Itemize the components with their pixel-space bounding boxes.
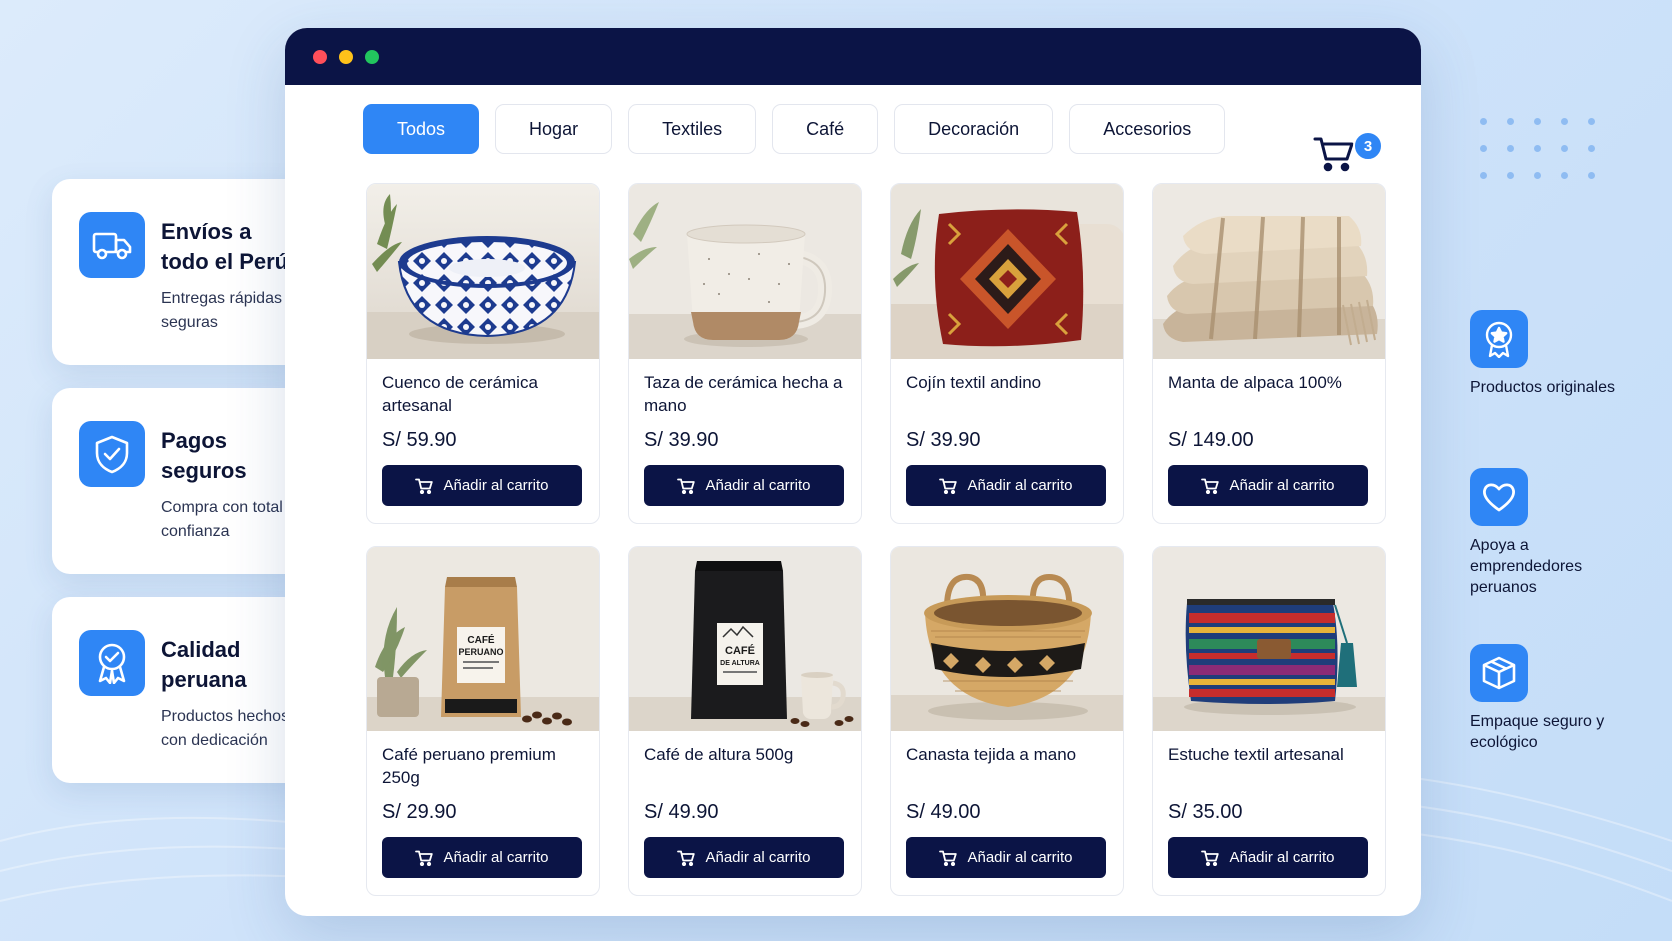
box-icon bbox=[1470, 644, 1528, 702]
add-to-cart-button[interactable]: Añadir al carrito bbox=[382, 465, 582, 506]
badge-text: Productos originales bbox=[1470, 379, 1615, 396]
product-price: S/ 149.00 bbox=[1168, 429, 1254, 451]
award-ribbon-icon bbox=[79, 630, 145, 696]
product-image-coffee-bag-black: CAFÉ DE ALTURA bbox=[629, 547, 861, 731]
product-price: S/ 39.90 bbox=[644, 429, 719, 451]
cart-button[interactable]: 3 bbox=[1313, 108, 1383, 172]
feature-desc: Compra con total confianza bbox=[161, 499, 283, 540]
cart-icon bbox=[415, 478, 434, 494]
heart-icon bbox=[1470, 468, 1528, 526]
cart-icon bbox=[939, 478, 958, 494]
feature-desc: Productos hechos con dedicación bbox=[161, 708, 290, 749]
add-to-cart-label: Añadir al carrito bbox=[1229, 849, 1335, 866]
product-image-andean-cushion bbox=[891, 184, 1123, 359]
cart-count-badge: 3 bbox=[1353, 131, 1383, 161]
product-card[interactable]: Cuenco de cerámica artesanal S/ 59.90 Añ… bbox=[366, 183, 600, 524]
close-window-button[interactable] bbox=[313, 49, 327, 64]
tab-decoracion[interactable]: Decoración bbox=[894, 104, 1054, 154]
product-name: Estuche textil artesanal bbox=[1168, 745, 1344, 764]
product-card[interactable]: Taza de cerámica hecha a mano S/ 39.90 A… bbox=[628, 183, 862, 524]
cart-icon bbox=[415, 850, 434, 866]
badge-text: Apoya a emprendedores peruanos bbox=[1470, 537, 1583, 596]
tab-hogar[interactable]: Hogar bbox=[495, 104, 613, 154]
product-card[interactable]: Canasta tejida a mano S/ 49.00 Añadir al… bbox=[890, 546, 1124, 896]
cart-icon bbox=[1201, 850, 1220, 866]
add-to-cart-button[interactable]: Añadir al carrito bbox=[906, 465, 1106, 506]
product-grid: Cuenco de cerámica artesanal S/ 59.90 Añ… bbox=[366, 183, 1386, 896]
add-to-cart-button[interactable]: Añadir al carrito bbox=[644, 465, 844, 506]
add-to-cart-label: Añadir al carrito bbox=[1229, 477, 1335, 494]
bag-label-line: CAFÉ bbox=[725, 644, 755, 657]
product-price: S/ 35.00 bbox=[1168, 801, 1243, 823]
feature-title: Calidad peruana bbox=[161, 637, 247, 692]
add-to-cart-label: Añadir al carrito bbox=[443, 477, 549, 494]
product-price: S/ 29.90 bbox=[382, 801, 457, 823]
decorative-dot-grid bbox=[1480, 118, 1595, 179]
product-price: S/ 59.90 bbox=[382, 429, 457, 451]
add-to-cart-button[interactable]: Añadir al carrito bbox=[1168, 837, 1368, 878]
add-to-cart-label: Añadir al carrito bbox=[967, 477, 1073, 494]
badge-original-products: Productos originales bbox=[1470, 310, 1620, 398]
browser-window: Todos Hogar Textiles Café Decoración Acc… bbox=[285, 28, 1421, 916]
feature-card-quality: Calidad peruana Productos hechos con ded… bbox=[52, 597, 310, 783]
bag-label-line: PERUANO bbox=[458, 647, 503, 657]
add-to-cart-button[interactable]: Añadir al carrito bbox=[644, 837, 844, 878]
product-image-ceramic-mug bbox=[629, 184, 861, 359]
add-to-cart-button[interactable]: Añadir al carrito bbox=[906, 837, 1106, 878]
product-card[interactable]: Cojín textil andino S/ 39.90 Añadir al c… bbox=[890, 183, 1124, 524]
feature-title: Pagos seguros bbox=[161, 428, 247, 483]
product-card[interactable]: Estuche textil artesanal S/ 35.00 Añadir… bbox=[1152, 546, 1386, 896]
product-card[interactable]: CAFÉ PERUANO Café peruano premium 250g S… bbox=[366, 546, 600, 896]
product-name: Cojín textil andino bbox=[906, 373, 1042, 392]
product-card[interactable]: Manta de alpaca 100% S/ 149.00 Añadir al… bbox=[1152, 183, 1386, 524]
badge-support-entrepreneurs: Apoya a emprendedores peruanos bbox=[1470, 468, 1620, 598]
cart-icon bbox=[1201, 478, 1220, 494]
product-image-textile-pouch bbox=[1153, 547, 1385, 731]
product-card[interactable]: CAFÉ DE ALTURA Café de altura 500g S/ 49… bbox=[628, 546, 862, 896]
tab-cafe[interactable]: Café bbox=[772, 104, 879, 154]
category-tabs: Todos Hogar Textiles Café Decoración Acc… bbox=[363, 104, 1226, 154]
bag-label-line: DE ALTURA bbox=[720, 660, 760, 667]
product-image-ceramic-bowl bbox=[367, 184, 599, 359]
truck-icon bbox=[79, 212, 145, 278]
product-price: S/ 39.90 bbox=[906, 429, 981, 451]
product-name: Café de altura 500g bbox=[644, 745, 794, 764]
star-seal-icon bbox=[1470, 310, 1528, 368]
cart-icon bbox=[677, 478, 696, 494]
product-price: S/ 49.90 bbox=[644, 801, 719, 823]
product-name: Café peruano premium 250g bbox=[382, 745, 556, 787]
shield-check-icon bbox=[79, 421, 145, 487]
badge-text: Empaque seguro y ecológico bbox=[1470, 713, 1605, 751]
feature-title: Envíos a todo el Perú bbox=[161, 219, 289, 274]
feature-card-shipping: Envíos a todo el Perú Entregas rápidas y… bbox=[52, 179, 310, 365]
bag-label-line: CAFÉ bbox=[467, 633, 495, 646]
cart-icon bbox=[1313, 137, 1354, 172]
add-to-cart-button[interactable]: Añadir al carrito bbox=[1168, 465, 1368, 506]
product-name: Manta de alpaca 100% bbox=[1168, 373, 1342, 392]
add-to-cart-label: Añadir al carrito bbox=[705, 849, 811, 866]
tab-textiles[interactable]: Textiles bbox=[628, 104, 757, 154]
cart-icon bbox=[677, 850, 696, 866]
maximize-window-button[interactable] bbox=[365, 49, 379, 64]
product-name: Canasta tejida a mano bbox=[906, 745, 1077, 764]
feature-desc: Entregas rápidas y seguras bbox=[161, 290, 295, 331]
badge-eco-packaging: Empaque seguro y ecológico bbox=[1470, 644, 1620, 753]
tab-accesorios[interactable]: Accesorios bbox=[1069, 104, 1226, 154]
product-price: S/ 49.00 bbox=[906, 801, 981, 823]
product-name: Cuenco de cerámica artesanal bbox=[382, 373, 538, 415]
tab-todos[interactable]: Todos bbox=[363, 104, 480, 154]
product-image-alpaca-blanket bbox=[1153, 184, 1385, 359]
add-to-cart-label: Añadir al carrito bbox=[705, 477, 811, 494]
feature-card-payments: Pagos seguros Compra con total confianza bbox=[52, 388, 310, 574]
add-to-cart-button[interactable]: Añadir al carrito bbox=[382, 837, 582, 878]
product-image-coffee-bag-kraft: CAFÉ PERUANO bbox=[367, 547, 599, 731]
minimize-window-button[interactable] bbox=[339, 49, 353, 64]
cart-icon bbox=[939, 850, 958, 866]
add-to-cart-label: Añadir al carrito bbox=[967, 849, 1073, 866]
product-image-woven-basket bbox=[891, 547, 1123, 731]
window-titlebar bbox=[285, 28, 1421, 85]
product-name: Taza de cerámica hecha a mano bbox=[644, 373, 843, 415]
add-to-cart-label: Añadir al carrito bbox=[443, 849, 549, 866]
